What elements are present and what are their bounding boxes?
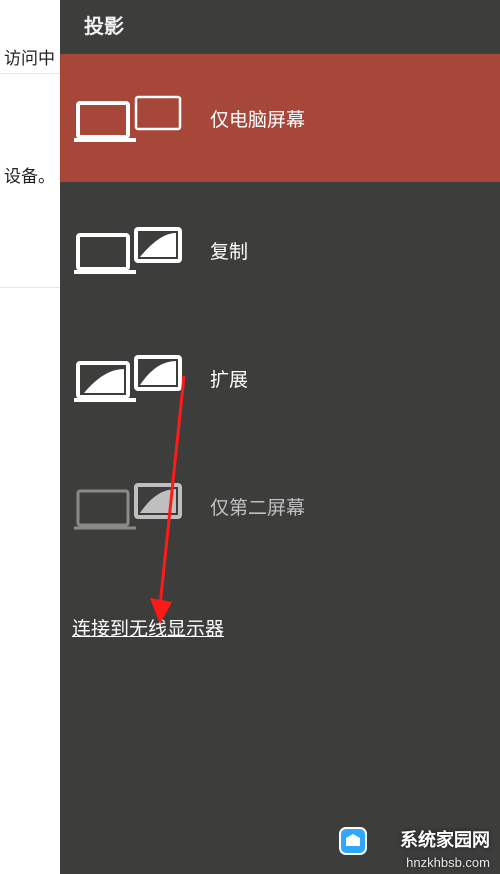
project-option-label: 仅电脑屏幕 [210, 105, 305, 132]
extend-icon [74, 353, 182, 403]
background-text-2: 设备。 [0, 158, 60, 288]
project-option-label: 扩展 [210, 365, 248, 392]
project-option-duplicate[interactable]: 复制 [60, 186, 500, 314]
background-text-1: 访问中 [0, 40, 60, 74]
pc-only-icon [74, 93, 182, 143]
project-option-label: 仅第二屏幕 [210, 493, 305, 520]
second-only-icon [74, 481, 182, 531]
project-option-extend[interactable]: 扩展 [60, 314, 500, 442]
duplicate-icon [74, 225, 182, 275]
project-option-pc-only[interactable]: 仅电脑屏幕 [60, 54, 500, 182]
connect-wireless-link[interactable]: 连接到无线显示器 [72, 614, 224, 641]
background-window: 访问中 设备。 [0, 0, 60, 874]
panel-title: 投影 [84, 10, 124, 39]
project-option-label: 复制 [210, 237, 248, 264]
project-option-second-only[interactable]: 仅第二屏幕 [60, 442, 500, 570]
project-panel: 投影 仅电脑屏幕 [60, 0, 500, 874]
